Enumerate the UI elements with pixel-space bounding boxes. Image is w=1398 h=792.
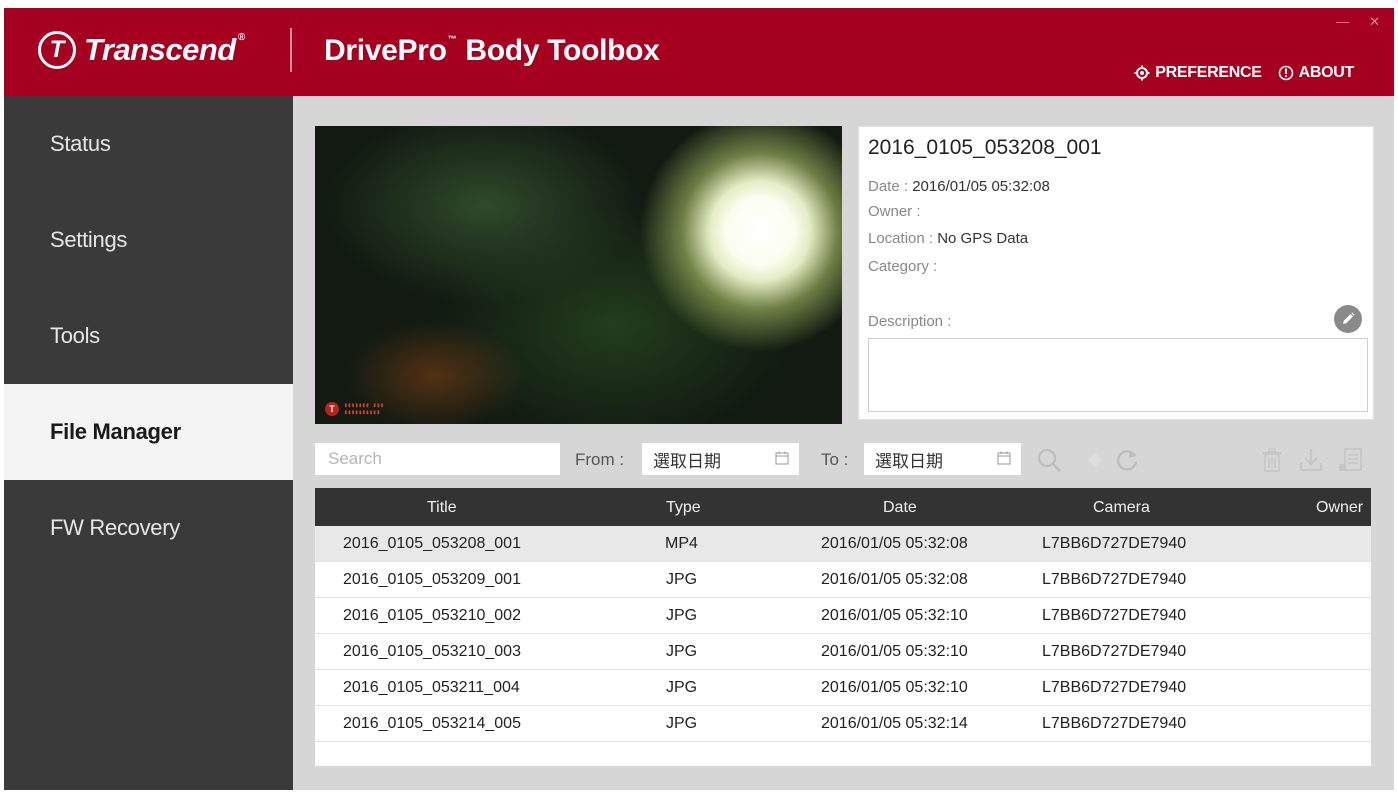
app-window: T Transcend ® DrivePro™ Body Toolbox — ✕ … [4, 8, 1394, 790]
location-row: Location : No GPS Data [868, 230, 1029, 247]
cell-title: 2016_0105_053208_001 [343, 535, 521, 552]
owner-row: Owner : [868, 203, 921, 220]
cell-date: 2016/01/05 05:32:08 [821, 535, 968, 552]
cell-type: JPG [666, 571, 698, 588]
cell-title: 2016_0105_053210_002 [343, 607, 521, 624]
trash-icon [1263, 448, 1281, 472]
edit-description-button[interactable] [1334, 305, 1362, 333]
table-header: Title Type Date Camera Owner [315, 488, 1371, 526]
minimize-icon[interactable]: — [1336, 14, 1349, 30]
cell-camera: L7BB6D727DE7940 [1042, 571, 1187, 588]
export-list-button[interactable] [1334, 444, 1366, 476]
clear-filter-button[interactable] [1079, 444, 1111, 476]
delete-button[interactable] [1256, 444, 1288, 476]
header-links: PREFERENCE ABOUT [1134, 64, 1354, 82]
table-row[interactable]: 2016_0105_053210_003 JPG 2016/01/05 05:3… [315, 634, 1371, 670]
cell-camera: L7BB6D727DE7940 [1042, 607, 1187, 624]
file-title: 2016_0105_053208_001 [868, 136, 1102, 159]
column-header-camera[interactable]: Camera [1093, 499, 1150, 517]
watermark-logo-icon: T [325, 402, 339, 416]
calendar-icon [775, 451, 789, 465]
cell-type: JPG [666, 679, 698, 696]
file-details-panel: 2016_0105_053208_001 Date : 2016/01/05 0… [858, 126, 1374, 420]
cell-date: 2016/01/05 05:32:10 [821, 679, 968, 696]
from-label: From : [575, 450, 625, 469]
sidebar-item-tools[interactable]: Tools [4, 288, 293, 384]
cell-type: JPG [666, 607, 698, 624]
cell-title: 2016_0105_053210_003 [343, 643, 521, 660]
about-button[interactable]: ABOUT [1278, 64, 1354, 82]
document-list-icon [1339, 448, 1362, 471]
cell-date: 2016/01/05 05:32:10 [821, 643, 968, 660]
table-row[interactable]: 2016_0105_053208_001 MP4 2016/01/05 05:3… [315, 526, 1371, 562]
header-divider [290, 28, 292, 72]
video-watermark: T ▮▮▮▮▮▮▮ ▮▮▮ ▮▮▮▮▮▮▮▮▮▮ [325, 402, 384, 416]
transcend-logo: T Transcend ® [38, 30, 245, 70]
column-header-owner[interactable]: Owner [1316, 499, 1363, 517]
sidebar-item-fw-recovery[interactable]: FW Recovery [4, 480, 293, 576]
sidebar-item-settings[interactable]: Settings [4, 192, 293, 288]
video-preview[interactable]: T ▮▮▮▮▮▮▮ ▮▮▮ ▮▮▮▮▮▮▮▮▮▮ [315, 126, 842, 424]
cell-title: 2016_0105_053209_001 [343, 571, 521, 588]
cell-title: 2016_0105_053214_005 [343, 715, 521, 732]
table-row[interactable]: 2016_0105_053210_002 JPG 2016/01/05 05:3… [315, 598, 1371, 634]
cell-camera: L7BB6D727DE7940 [1042, 643, 1187, 660]
pencil-icon [1343, 312, 1355, 324]
cell-type: MP4 [665, 535, 698, 552]
description-label: Description : [868, 313, 952, 330]
table-row[interactable]: 2016_0105_053214_005 JPG 2016/01/05 05:3… [315, 706, 1371, 742]
calendar-icon [997, 451, 1011, 465]
table-row[interactable]: 2016_0105_053211_004 JPG 2016/01/05 05:3… [315, 670, 1371, 706]
cell-date: 2016/01/05 05:32:10 [821, 607, 968, 624]
cell-camera: L7BB6D727DE7940 [1042, 535, 1187, 552]
gear-icon [1134, 65, 1150, 81]
refresh-button[interactable] [1111, 444, 1143, 476]
cell-camera: L7BB6D727DE7940 [1042, 715, 1187, 732]
file-manager-panel: T ▮▮▮▮▮▮▮ ▮▮▮ ▮▮▮▮▮▮▮▮▮▮ 2016_0105_053208… [293, 96, 1394, 790]
transcend-logo-icon: T [38, 31, 76, 69]
table-row[interactable]: 2016_0105_053209_001 JPG 2016/01/05 05:3… [315, 562, 1371, 598]
preference-button[interactable]: PREFERENCE [1134, 64, 1262, 82]
download-icon [1299, 449, 1323, 472]
date-row: Date : 2016/01/05 05:32:08 [868, 178, 1050, 195]
window-controls: — ✕ [1336, 14, 1380, 30]
refresh-icon [1116, 450, 1138, 471]
brand-name: Transcend [84, 32, 236, 67]
sidebar-item-status[interactable]: Status [4, 96, 293, 192]
sidebar-item-file-manager[interactable]: File Manager [4, 384, 293, 480]
description-field[interactable] [868, 338, 1368, 412]
search-input[interactable] [315, 443, 560, 475]
app-title: DrivePro™ Body Toolbox [324, 34, 660, 67]
cell-title: 2016_0105_053211_004 [343, 679, 520, 696]
column-header-title[interactable]: Title [427, 499, 457, 517]
close-icon[interactable]: ✕ [1369, 14, 1380, 30]
sidebar: Status Settings Tools File Manager FW Re… [4, 96, 293, 790]
to-date-picker[interactable]: 選取日期 [864, 443, 1021, 475]
cell-type: JPG [666, 643, 698, 660]
app-header: T Transcend ® DrivePro™ Body Toolbox — ✕ … [4, 8, 1394, 96]
to-label: To : [821, 450, 849, 469]
cell-date: 2016/01/05 05:32:14 [821, 715, 968, 732]
diamond-icon [1088, 453, 1102, 467]
info-icon [1278, 65, 1293, 81]
download-button[interactable] [1295, 444, 1327, 476]
search-button[interactable] [1033, 444, 1065, 476]
column-header-date[interactable]: Date [883, 499, 917, 517]
cell-camera: L7BB6D727DE7940 [1042, 679, 1187, 696]
column-header-type[interactable]: Type [666, 499, 701, 517]
category-row: Category : [868, 258, 938, 275]
table-body: 2016_0105_053208_001 MP4 2016/01/05 05:3… [315, 526, 1371, 742]
file-table: Title Type Date Camera Owner 2016_0105_0… [315, 488, 1371, 766]
cell-date: 2016/01/05 05:32:08 [821, 571, 968, 588]
search-icon [1037, 448, 1061, 472]
cell-type: JPG [666, 715, 698, 732]
from-date-picker[interactable]: 選取日期 [642, 443, 799, 475]
